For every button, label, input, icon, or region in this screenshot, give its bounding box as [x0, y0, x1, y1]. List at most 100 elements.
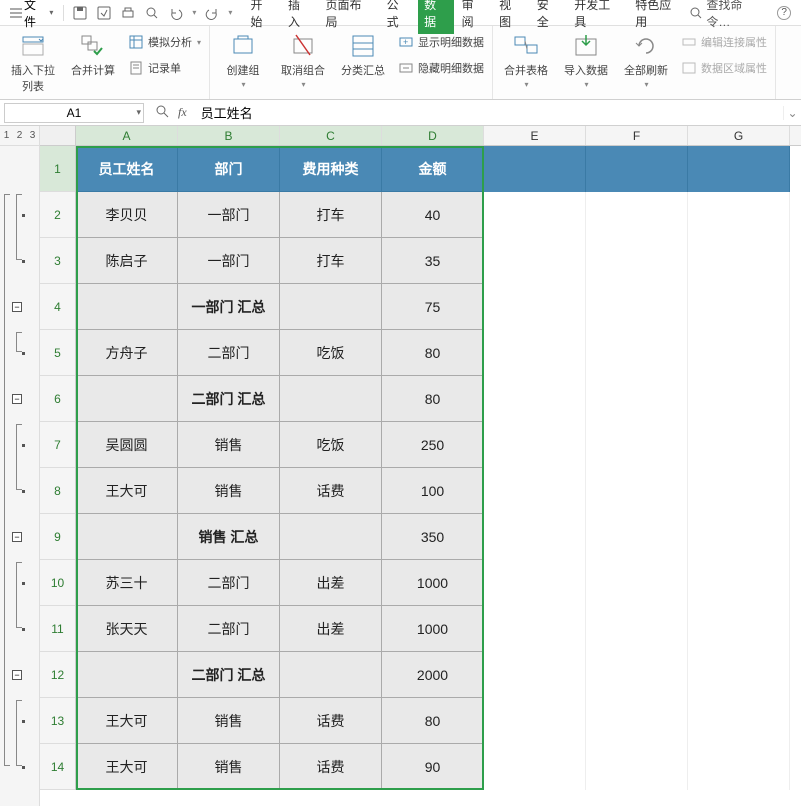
fx-wizard-icon[interactable] — [156, 105, 170, 120]
cell[interactable]: 打车 — [280, 192, 382, 238]
cell[interactable]: 二部门 汇总 — [178, 376, 280, 422]
name-box[interactable]: ▾ — [4, 103, 144, 123]
cell[interactable] — [484, 468, 586, 514]
cell[interactable] — [484, 238, 586, 284]
cell[interactable]: 80 — [382, 376, 484, 422]
cell[interactable] — [76, 652, 178, 698]
sim-analysis-button[interactable]: 模拟分析▾ — [128, 32, 201, 52]
cell[interactable]: 90 — [382, 744, 484, 790]
cell[interactable]: 二部门 — [178, 606, 280, 652]
cell[interactable] — [688, 606, 790, 652]
cell[interactable] — [688, 514, 790, 560]
cell[interactable]: 1000 — [382, 560, 484, 606]
chevron-down-icon[interactable]: ▾ — [136, 107, 141, 118]
cell[interactable] — [586, 284, 688, 330]
cell[interactable] — [586, 422, 688, 468]
cell[interactable]: 出差 — [280, 560, 382, 606]
col-header-D[interactable]: D — [382, 126, 484, 145]
cell[interactable] — [586, 192, 688, 238]
outline-level-1[interactable]: 1 — [4, 130, 10, 141]
row-header-1[interactable]: 1 — [40, 146, 75, 192]
cell[interactable] — [688, 698, 790, 744]
cell[interactable] — [280, 652, 382, 698]
header-cell[interactable]: 部门 — [178, 146, 280, 192]
cell[interactable]: 1000 — [382, 606, 484, 652]
cell[interactable] — [484, 514, 586, 560]
chevron-down-icon[interactable]: ▾ — [228, 8, 232, 17]
cell[interactable] — [688, 330, 790, 376]
cell[interactable] — [688, 146, 790, 192]
preview-icon[interactable] — [144, 5, 160, 21]
cell[interactable]: 销售 — [178, 698, 280, 744]
cell[interactable]: 二部门 汇总 — [178, 652, 280, 698]
cell[interactable] — [586, 514, 688, 560]
header-cell[interactable]: 金额 — [382, 146, 484, 192]
cell[interactable] — [586, 146, 688, 192]
cell[interactable]: 80 — [382, 698, 484, 744]
cell[interactable]: 张天天 — [76, 606, 178, 652]
cell[interactable] — [586, 606, 688, 652]
record-sheet-button[interactable]: 记录单 — [128, 58, 201, 78]
cell[interactable]: 吃饭 — [280, 330, 382, 376]
cell[interactable]: 话费 — [280, 468, 382, 514]
row-header-14[interactable]: 14 — [40, 744, 75, 790]
cell[interactable] — [586, 698, 688, 744]
cell[interactable]: 李贝贝 — [76, 192, 178, 238]
outline-collapse-icon[interactable]: − — [12, 670, 22, 680]
cell[interactable] — [484, 606, 586, 652]
cell[interactable] — [484, 284, 586, 330]
cell[interactable]: 方舟子 — [76, 330, 178, 376]
row-header-10[interactable]: 10 — [40, 560, 75, 606]
row-header-11[interactable]: 11 — [40, 606, 75, 652]
cell[interactable] — [484, 744, 586, 790]
help-icon[interactable]: ? — [777, 6, 791, 20]
outline-level-2[interactable]: 2 — [17, 130, 23, 141]
cell[interactable] — [586, 468, 688, 514]
name-box-input[interactable] — [5, 106, 143, 120]
cell[interactable] — [586, 376, 688, 422]
cell[interactable] — [76, 514, 178, 560]
undo-icon[interactable] — [168, 5, 184, 21]
cell[interactable] — [484, 560, 586, 606]
cell[interactable] — [484, 376, 586, 422]
cell[interactable]: 2000 — [382, 652, 484, 698]
cell[interactable]: 销售 汇总 — [178, 514, 280, 560]
formula-input[interactable] — [195, 105, 783, 120]
cell[interactable] — [688, 238, 790, 284]
cell[interactable]: 话费 — [280, 744, 382, 790]
chevron-down-icon[interactable]: ▾ — [192, 8, 196, 17]
cell[interactable] — [688, 192, 790, 238]
outline-collapse-icon[interactable]: − — [12, 394, 22, 404]
ungroup-button[interactable]: 取消组合▾ — [278, 32, 328, 89]
cell[interactable]: 一部门 — [178, 192, 280, 238]
row-header-12[interactable]: 12 — [40, 652, 75, 698]
cell[interactable]: 吃饭 — [280, 422, 382, 468]
cell[interactable] — [586, 238, 688, 284]
cell[interactable] — [688, 744, 790, 790]
header-cell[interactable]: 费用种类 — [280, 146, 382, 192]
col-header-G[interactable]: G — [688, 126, 790, 145]
cell[interactable] — [586, 330, 688, 376]
cell[interactable] — [76, 376, 178, 422]
cell[interactable]: 王大可 — [76, 744, 178, 790]
cell[interactable]: 75 — [382, 284, 484, 330]
cell[interactable]: 40 — [382, 192, 484, 238]
row-header-13[interactable]: 13 — [40, 698, 75, 744]
col-header-C[interactable]: C — [280, 126, 382, 145]
outline-body[interactable]: −−−− — [0, 146, 40, 806]
outline-collapse-icon[interactable]: − — [12, 302, 22, 312]
cell[interactable]: 出差 — [280, 606, 382, 652]
cell[interactable]: 35 — [382, 238, 484, 284]
redo-icon[interactable] — [204, 5, 220, 21]
save-icon[interactable] — [72, 5, 88, 21]
fx-icon[interactable]: fx — [178, 105, 187, 120]
cell[interactable]: 话费 — [280, 698, 382, 744]
cell[interactable] — [484, 330, 586, 376]
expand-formula-icon[interactable]: ⌄ — [783, 106, 801, 120]
row-header-3[interactable]: 3 — [40, 238, 75, 284]
cell[interactable]: 80 — [382, 330, 484, 376]
cell[interactable] — [688, 560, 790, 606]
cell[interactable]: 吴圆圆 — [76, 422, 178, 468]
row-header-4[interactable]: 4 — [40, 284, 75, 330]
hide-detail-button[interactable]: 隐藏明细数据 — [398, 58, 484, 78]
